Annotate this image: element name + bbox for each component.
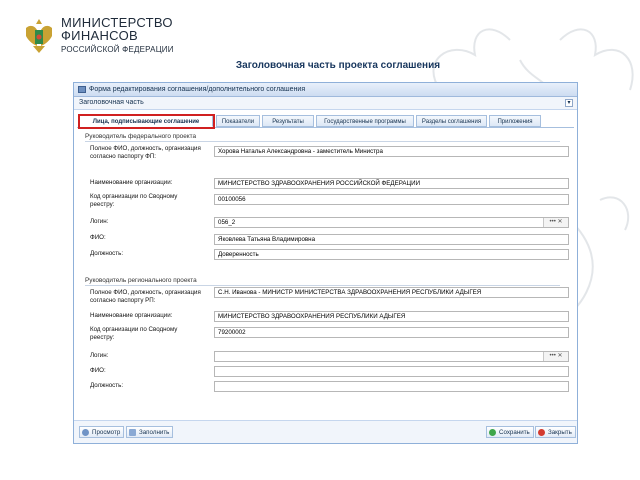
regional-code-label: Код организации по Сводному реестру: xyxy=(90,326,178,341)
tab-attachments[interactable]: Приложения xyxy=(489,115,541,127)
save-button[interactable]: Сохранить xyxy=(486,426,534,438)
checkmark-icon xyxy=(489,429,496,436)
panel-header: Заголовочная часть ▾ xyxy=(74,97,577,110)
federal-login-label: Логин: xyxy=(90,218,109,225)
lookup-clear-buttons[interactable]: ••• ✕ xyxy=(543,352,568,361)
federal-login-field[interactable]: 056_2 ••• ✕ xyxy=(214,217,569,228)
ministry-name-line3: РОССИЙСКОЙ ФЕДЕРАЦИИ xyxy=(61,45,174,54)
preview-button[interactable]: Просмотр xyxy=(79,426,125,438)
federal-section-title: Руководитель федерального проекта xyxy=(85,133,560,142)
federal-fio-field[interactable]: Яковлева Татьяна Владимировна xyxy=(214,234,569,245)
federal-position-label: Должность: xyxy=(90,250,124,257)
regional-position-label: Должность: xyxy=(90,382,124,389)
regional-section-title: Руководитель регионального проекта xyxy=(85,277,560,286)
active-tab-highlight xyxy=(78,114,215,129)
close-button[interactable]: Закрыть xyxy=(535,426,576,438)
regional-position-field[interactable] xyxy=(214,381,569,392)
tab-indicators[interactable]: Показатели xyxy=(216,115,260,127)
regional-org-field[interactable]: МИНИСТЕРСТВО ЗДРАВООХРАНЕНИЯ РЕСПУБЛИКИ … xyxy=(214,311,569,322)
lookup-clear-buttons[interactable]: ••• ✕ xyxy=(543,218,568,227)
window-titlebar[interactable]: Форма редактирования соглашения/дополнит… xyxy=(74,83,577,97)
federal-login-value: 056_2 xyxy=(218,219,236,226)
save-label: Сохранить xyxy=(499,429,530,436)
signatories-form: Руководитель федерального проекта Полное… xyxy=(77,129,574,413)
edit-agreement-window: Форма редактирования соглашения/дополнит… xyxy=(73,82,578,444)
federal-code-label: Код организации по Сводному реестру: xyxy=(90,193,178,208)
close-label: Закрыть xyxy=(548,429,572,436)
panel-title: Заголовочная часть xyxy=(79,99,144,106)
regional-login-label: Логин: xyxy=(90,352,109,359)
ministry-name: МИНИСТЕРСТВО ФИНАНСОВ РОССИЙСКОЙ ФЕДЕРАЦ… xyxy=(61,16,174,56)
close-icon xyxy=(538,429,545,436)
tab-state-programs[interactable]: Государственные программы xyxy=(316,115,414,127)
tab-agreement-sections[interactable]: Разделы соглашения xyxy=(416,115,487,127)
regional-login-field[interactable]: ••• ✕ xyxy=(214,351,569,362)
regional-fullname-field[interactable]: С.Н. Иванова - МИНИСТР МИНИСТЕРСТВА ЗДРА… xyxy=(214,287,569,298)
regional-fio-field[interactable] xyxy=(214,366,569,377)
tab-results[interactable]: Результаты xyxy=(262,115,314,127)
magnifier-icon xyxy=(82,429,89,436)
regional-org-label: Наименование организации: xyxy=(90,312,173,319)
slide-title: Заголовочная часть проекта соглашения xyxy=(235,60,441,71)
regional-fullname-label: Полное ФИО, должность, организация согла… xyxy=(90,289,201,304)
federal-org-field[interactable]: МИНИСТЕРСТВО ЗДРАВООХРАНЕНИЯ РОССИЙСКОЙ … xyxy=(214,178,569,189)
fill-button[interactable]: Заполнить xyxy=(126,426,174,438)
federal-code-field[interactable]: 00100056 xyxy=(214,194,569,205)
federal-fullname-field[interactable]: Хорова Наталья Александровна - заместите… xyxy=(214,146,569,157)
federal-fio-label: ФИО: xyxy=(90,234,106,241)
regional-fio-label: ФИО: xyxy=(90,367,106,374)
window-footer: Просмотр Заполнить Сохранить Закрыть xyxy=(74,420,577,443)
federal-org-label: Наименование организации: xyxy=(90,179,173,186)
federal-fullname-label: Полное ФИО, должность, организация согла… xyxy=(90,145,201,160)
federal-position-field[interactable]: Доверенность xyxy=(214,249,569,260)
preview-label: Просмотр xyxy=(92,429,121,436)
window-icon xyxy=(78,86,86,93)
coat-of-arms-logo-icon xyxy=(26,19,52,53)
ministry-name-line2: ФИНАНСОВ xyxy=(61,28,138,43)
collapse-icon[interactable]: ▾ xyxy=(565,99,573,107)
regional-code-field[interactable]: 79200002 xyxy=(214,327,569,338)
window-title: Форма редактирования соглашения/дополнит… xyxy=(89,86,306,93)
fill-icon xyxy=(129,429,136,436)
fill-label: Заполнить xyxy=(139,429,170,436)
